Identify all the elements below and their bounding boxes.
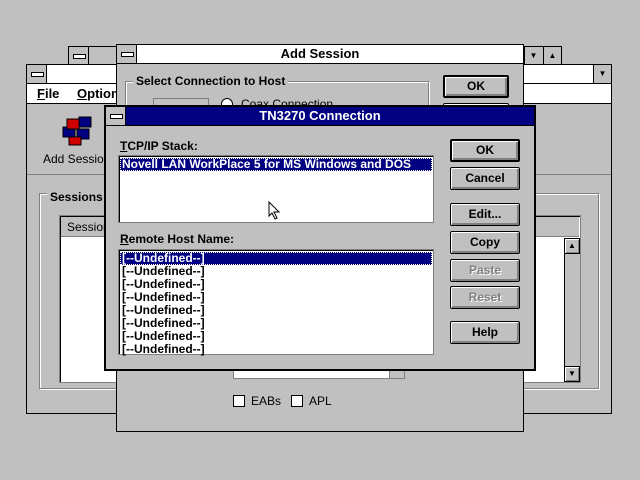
tcpip-stack-label: TCP/IP Stack: [120, 139, 198, 153]
eabs-checkbox[interactable] [233, 395, 245, 407]
reset-button[interactable]: Reset [450, 286, 520, 309]
tn3270-ok-button[interactable]: OK [450, 139, 520, 162]
menu-file[interactable]: File [37, 86, 59, 101]
help-button[interactable]: Help [450, 321, 520, 344]
scroll-down-icon[interactable]: ▼ [564, 366, 580, 382]
remote-host-list[interactable]: [--Undefined--] [--Undefined--] [--Undef… [118, 249, 434, 356]
add-session-icon [62, 116, 92, 146]
select-connection-label: Select Connection to Host [133, 74, 289, 88]
system-menu-icon[interactable] [106, 107, 126, 125]
apl-label: APL [309, 394, 332, 408]
scroll-up-icon[interactable]: ▲ [564, 238, 580, 254]
minimize-icon[interactable]: ▼ [524, 47, 542, 65]
tcpip-stack-item[interactable]: Novell LAN WorkPlace 5 for MS Windows an… [120, 158, 432, 171]
system-menu-icon[interactable] [69, 47, 89, 65]
copy-button[interactable]: Copy [450, 231, 520, 254]
tn3270-title: TN3270 Connection [259, 108, 381, 123]
system-menu-icon[interactable] [27, 65, 47, 83]
add-session-title: Add Session [280, 46, 360, 61]
tn3270-dialog: TN3270 Connection TCP/IP Stack: Novell L… [104, 105, 536, 371]
system-menu-icon[interactable] [117, 45, 137, 63]
eabs-label: EABs [251, 394, 282, 408]
add-session-label: Add Session [43, 152, 111, 166]
tn3270-cancel-button[interactable]: Cancel [450, 167, 520, 190]
edit-button[interactable]: Edit... [450, 203, 520, 226]
remote-host-item[interactable]: [--Undefined--] [120, 343, 432, 356]
add-session-ok-button[interactable]: OK [443, 75, 509, 98]
remote-host-label: Remote Host Name: [120, 232, 235, 246]
maximize-icon[interactable]: ▼ [593, 65, 611, 83]
sessions-scrollbar[interactable]: ▲ ▼ [564, 238, 580, 382]
mouse-cursor-icon [268, 201, 281, 220]
tn3270-title-bar: TN3270 Connection [106, 107, 534, 126]
paste-button[interactable]: Paste [450, 259, 520, 282]
sessions-group-label: Sessions [47, 190, 106, 204]
add-session-title-bar: Add Session [117, 45, 523, 64]
apl-checkbox[interactable] [291, 395, 303, 407]
maximize-icon[interactable]: ▲ [543, 47, 561, 65]
menu-option[interactable]: Option [77, 86, 119, 101]
